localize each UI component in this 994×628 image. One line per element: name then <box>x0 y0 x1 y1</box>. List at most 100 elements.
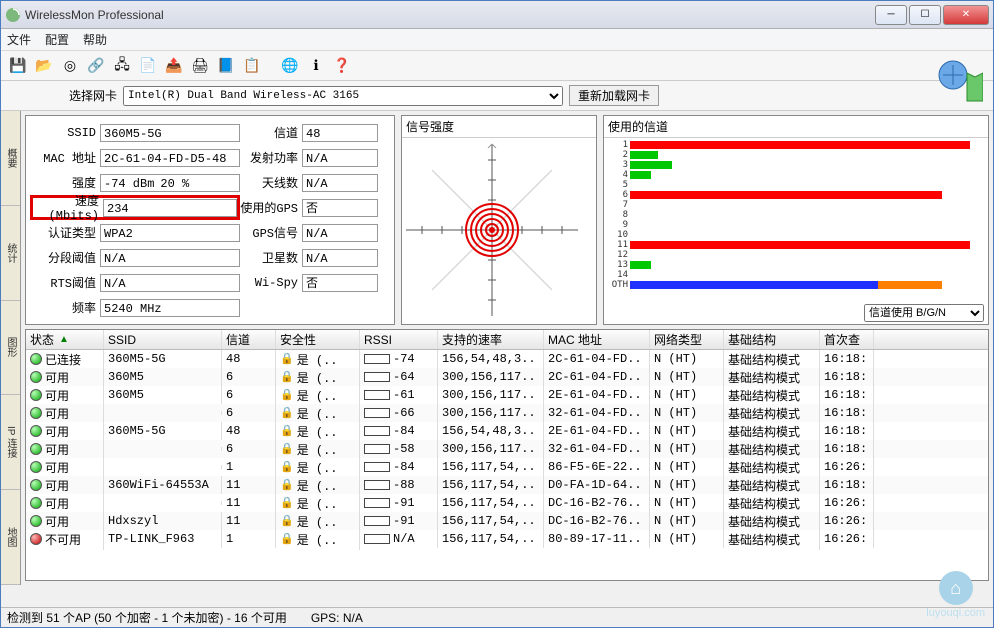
table-row[interactable]: 不可用 TP-LINK_F963 1 🔒是 (.. N/A 156,117,54… <box>26 530 988 548</box>
side-tab-graph[interactable]: 图形 <box>1 301 20 396</box>
signal-pane: 信号强度 <box>401 115 597 325</box>
rts-label: RTS阈值 <box>30 274 100 291</box>
cell-first: 16:26: <box>820 458 874 476</box>
side-tab-map[interactable]: 地图 <box>1 490 20 585</box>
signal-title: 信号强度 <box>402 116 596 138</box>
table-row[interactable]: 可用 Hdxszyl 11 🔒是 (.. -91 156,117,54,.. D… <box>26 512 988 530</box>
table-row[interactable]: 可用 360M5 6 🔒是 (.. -61 300,156,117.. 2E-6… <box>26 386 988 404</box>
table-row[interactable]: 可用 360M5-5G 48 🔒是 (.. -84 156,54,48,3.. … <box>26 422 988 440</box>
info-pane: SSID360M5-5G MAC 地址2C-61-04-FD-D5-48 强度-… <box>25 115 395 325</box>
ssid-label: SSID <box>30 126 100 140</box>
rssi-bar <box>364 408 390 418</box>
info-icon[interactable]: ℹ <box>305 55 327 77</box>
table-row[interactable]: 可用 360WiFi-64553A 11 🔒是 (.. -88 156,117,… <box>26 476 988 494</box>
book-icon[interactable]: 📘 <box>215 55 237 77</box>
cell-rssi: -91 <box>393 514 415 528</box>
grid-header: 状态▲ SSID 信道 安全性 RSSI 支持的速率 MAC 地址 网络类型 基… <box>26 330 988 350</box>
export-icon[interactable]: 📤 <box>163 55 185 77</box>
status-text: 可用 <box>45 423 69 440</box>
hdr-rssi[interactable]: RSSI <box>360 330 438 349</box>
channel-bar <box>630 171 651 179</box>
titlebar: WirelessMon Professional ─ ☐ ✕ <box>1 1 993 29</box>
channel-row-oth: OTH <box>608 280 984 290</box>
sheet-icon[interactable]: 📄 <box>137 55 159 77</box>
strength-value: -74 dBm20 % <box>100 174 240 192</box>
cell-infra: 基础结构模式 <box>724 529 820 550</box>
table-row[interactable]: 已连接 360M5-5G 48 🔒是 (.. -74 156,54,48,3..… <box>26 350 988 368</box>
channel-number: 14 <box>608 270 630 280</box>
side-tab-stats[interactable]: 统计 <box>1 206 20 301</box>
table-row[interactable]: 可用 1 🔒是 (.. -84 156,117,54,.. 86-F5-6E-2… <box>26 458 988 476</box>
nodes-icon[interactable]: 🔗 <box>85 55 107 77</box>
nodes2-icon[interactable]: 🖧 <box>111 55 133 77</box>
hdr-status[interactable]: 状态▲ <box>26 330 104 349</box>
status-dot-icon <box>30 533 42 545</box>
cell-security: 是 (.. <box>297 459 338 476</box>
help-icon[interactable]: ❓ <box>331 55 353 77</box>
reload-nic-button[interactable]: 重新加载网卡 <box>569 85 659 106</box>
channel-bar <box>630 151 658 159</box>
cell-ssid <box>104 465 222 469</box>
mac-value: 2C-61-04-FD-D5-48 <box>100 149 240 167</box>
channel-row: 10 <box>608 230 984 240</box>
auth-label: 认证类型 <box>30 224 100 241</box>
status-text: 不可用 <box>45 531 81 548</box>
table-row[interactable]: 可用 360M5 6 🔒是 (.. -64 300,156,117.. 2C-6… <box>26 368 988 386</box>
lock-icon: 🔒 <box>280 532 294 546</box>
app-window: WirelessMon Professional ─ ☐ ✕ 文件 配置 帮助 … <box>0 0 994 628</box>
clipboard-icon[interactable]: 📋 <box>241 55 263 77</box>
cell-security: 是 (.. <box>297 531 338 548</box>
status-text: 可用 <box>45 405 69 422</box>
side-tab-ip[interactable]: IP 连接 <box>1 395 20 490</box>
hdr-mac[interactable]: MAC 地址 <box>544 330 650 349</box>
save-icon[interactable]: 💾 <box>7 55 29 77</box>
printer-icon[interactable]: 🖨 <box>189 55 211 77</box>
channel-row: 8 <box>608 210 984 220</box>
cell-mac: 2E-61-04-FD.. <box>544 386 650 404</box>
table-row[interactable]: 可用 6 🔒是 (.. -58 300,156,117.. 32-61-04-F… <box>26 440 988 458</box>
hdr-infra[interactable]: 基础结构 <box>724 330 820 349</box>
cell-security: 是 (.. <box>297 423 338 440</box>
toolbar: 💾 📂 ◎ 🔗 🖧 📄 📤 🖨 📘 📋 🌐 ℹ ❓ <box>1 51 993 81</box>
content: SSID360M5-5G MAC 地址2C-61-04-FD-D5-48 强度-… <box>21 111 993 585</box>
cell-first: 16:18: <box>820 386 874 404</box>
cell-channel: 6 <box>222 440 276 458</box>
channel-row: 4 <box>608 170 984 180</box>
menu-help[interactable]: 帮助 <box>83 31 107 48</box>
channel-number: 12 <box>608 250 630 260</box>
folder-icon[interactable]: 📂 <box>33 55 55 77</box>
grid-body[interactable]: 已连接 360M5-5G 48 🔒是 (.. -74 156,54,48,3..… <box>26 350 988 580</box>
close-button[interactable]: ✕ <box>943 5 989 25</box>
nic-combo[interactable]: Intel(R) Dual Band Wireless-AC 3165 <box>123 86 563 106</box>
globe-icon[interactable]: 🌐 <box>279 55 301 77</box>
main-area: 概要 统计 图形 IP 连接 地图 SSID360M5-5G MAC 地址2C-… <box>1 111 993 585</box>
hdr-first[interactable]: 首次查 <box>820 330 874 349</box>
cell-security: 是 (.. <box>297 369 338 386</box>
table-row[interactable]: 可用 6 🔒是 (.. -66 300,156,117.. 32-61-04-F… <box>26 404 988 422</box>
channel-mode-combo[interactable]: 信道使用 B/G/N <box>864 304 984 322</box>
cell-channel: 1 <box>222 530 276 548</box>
mac-label: MAC 地址 <box>30 149 100 166</box>
target-icon[interactable]: ◎ <box>59 55 81 77</box>
cell-ssid: 360WiFi-64553A <box>104 476 222 494</box>
freq-value: 5240 MHz <box>100 299 240 317</box>
hdr-ssid[interactable]: SSID <box>104 330 222 349</box>
hdr-rates[interactable]: 支持的速率 <box>438 330 544 349</box>
maximize-button[interactable]: ☐ <box>909 5 941 25</box>
menu-config[interactable]: 配置 <box>45 31 69 48</box>
hdr-security[interactable]: 安全性 <box>276 330 360 349</box>
signal-radar <box>402 140 582 320</box>
gpssig-label: GPS信号 <box>240 224 302 241</box>
channel-bar <box>630 191 942 199</box>
cell-channel: 1 <box>222 458 276 476</box>
status-text: 可用 <box>45 369 69 386</box>
side-tab-summary[interactable]: 概要 <box>1 111 20 206</box>
menu-file[interactable]: 文件 <box>7 31 31 48</box>
hdr-net[interactable]: 网络类型 <box>650 330 724 349</box>
hdr-channel[interactable]: 信道 <box>222 330 276 349</box>
cell-security: 是 (.. <box>297 387 338 404</box>
minimize-button[interactable]: ─ <box>875 5 907 25</box>
channel-bar <box>630 161 672 169</box>
table-row[interactable]: 可用 11 🔒是 (.. -91 156,117,54,.. DC-16-B2-… <box>26 494 988 512</box>
lock-icon: 🔒 <box>280 496 294 510</box>
